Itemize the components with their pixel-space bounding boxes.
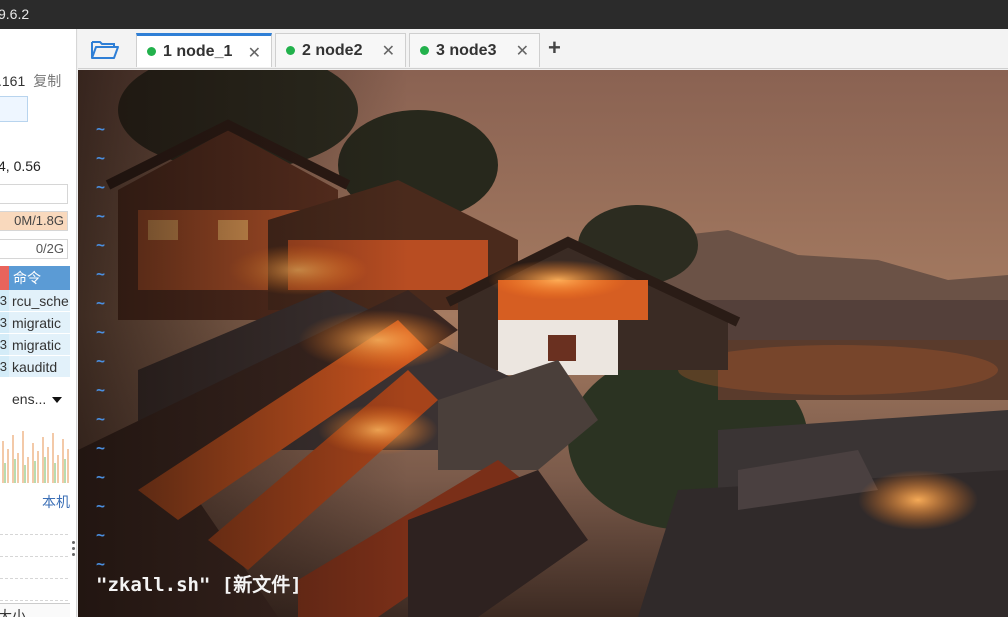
tilde-line: ~ [96,497,106,515]
tilde-line: ~ [96,410,106,428]
tab-node-3[interactable]: 3 node3 ✕ [409,33,540,67]
swap-usage-text: 0/2G [35,241,64,256]
network-traffic-graph [2,431,69,483]
sort-indicator[interactable] [0,266,9,290]
local-label: 本机 [42,494,70,510]
tilde-line: ~ [96,323,106,341]
terminal-background-image [78,70,1008,617]
process-command: kauditd [9,356,70,377]
terminal-view[interactable]: ~ ~ ~ ~ ~ ~ ~ ~ ~ ~ ~ ~ ~ ~ ~ ~ "zkall.s… [78,70,1008,617]
connected-status-icon [286,46,295,55]
process-command: migratic [9,312,70,333]
memory-usage-text: 0M/1.8G [14,213,64,228]
window-title: 9.6.2 [0,6,30,22]
dropdown-arrow-icon [52,397,63,404]
table-row[interactable]: 3 migratic [0,312,70,334]
tilde-line: ~ [96,178,106,196]
server-info-sidebar: .161 复制 4, 0.56 0M/1.8G 0/2G 命令 3 rcu_sche… [0,29,77,617]
tab-label: 1 node_1 [163,42,233,60]
swap-usage-bar: 0/2G [0,239,68,259]
network-interface-select[interactable]: ens... [12,391,63,407]
tilde-line: ~ [96,381,106,399]
column-header-command[interactable]: 命令 [9,266,70,290]
table-row[interactable]: 3 rcu_sche [0,290,70,312]
window-title-bar: 9.6.2 [0,0,1008,29]
tilde-line: ~ [96,120,106,138]
process-cpu: 3 [0,290,9,311]
close-icon[interactable]: ✕ [248,43,261,63]
network-interface-label: ens... [12,391,47,407]
process-command: rcu_sche [9,290,70,311]
vim-status-line: "zkall.sh" [新文件] [96,574,302,596]
process-table: 命令 3 rcu_sche 3 migratic 3 migratic 3 kaudit… [0,266,70,378]
copy-ip-button[interactable]: 复制 [33,73,61,89]
table-row[interactable]: 3 migratic [0,334,70,356]
tilde-line: ~ [96,352,106,370]
host-ip: .161 [0,73,26,89]
process-cpu: 3 [0,356,9,377]
tilde-line: ~ [96,468,106,486]
tilde-line: ~ [96,207,106,225]
tab-label: 3 node3 [436,41,497,59]
load-average: 4, 0.56 [0,158,41,174]
cpu-usage-bar [0,184,68,204]
vim-empty-line-markers: ~ ~ ~ ~ ~ ~ ~ ~ ~ ~ ~ ~ ~ ~ ~ ~ [96,115,105,579]
connected-status-icon [147,47,156,56]
sync-toggle[interactable] [0,96,28,122]
panel-splitter-handle[interactable] [72,538,76,568]
close-icon[interactable]: ✕ [382,41,395,61]
tilde-line: ~ [96,149,106,167]
connected-status-icon [420,46,429,55]
folder-open-icon[interactable] [90,38,120,60]
tilde-line: ~ [96,439,106,457]
tilde-line: ~ [96,526,106,544]
plus-icon[interactable]: + [548,35,561,61]
process-command: migratic [9,334,70,355]
host-ip-row: .161 复制 [0,71,61,91]
tilde-line: ~ [96,236,106,254]
file-size-column-header[interactable]: 大小 [0,603,70,617]
process-table-header: 命令 [0,266,70,290]
process-cpu: 3 [0,312,9,333]
tilde-line: ~ [96,294,106,312]
tab-label: 2 node2 [302,41,363,59]
memory-usage-bar: 0M/1.8G [0,211,68,231]
tab-node-2[interactable]: 2 node2 ✕ [275,33,406,67]
session-tab-bar: 1 node_1 ✕ 2 node2 ✕ 3 node3 ✕ + [78,29,1008,69]
tilde-line: ~ [96,265,106,283]
table-row[interactable]: 3 kauditd [0,356,70,378]
process-cpu: 3 [0,334,9,355]
close-icon[interactable]: ✕ [516,41,529,61]
tab-node-1[interactable]: 1 node_1 ✕ [136,33,272,67]
latency-grid [0,513,68,601]
